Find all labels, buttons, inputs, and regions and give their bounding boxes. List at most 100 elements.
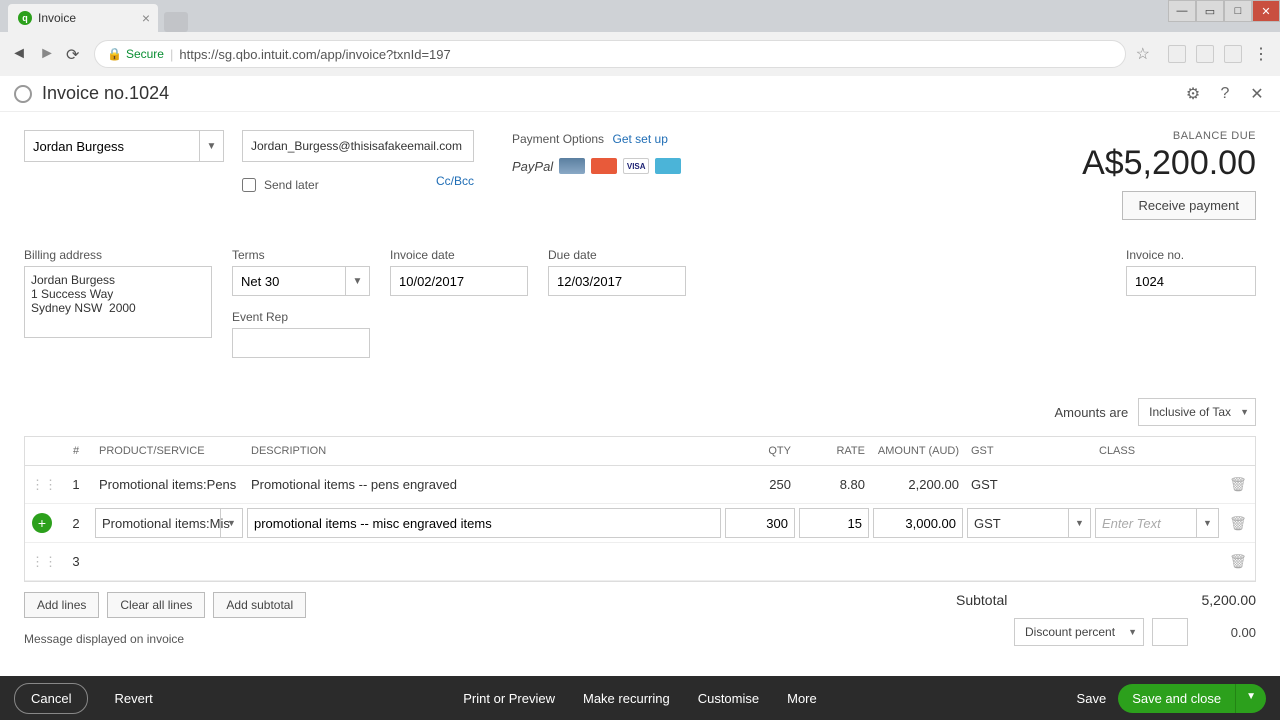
- save-button[interactable]: Save: [1077, 691, 1107, 706]
- col-qty-header: QTY: [723, 437, 797, 465]
- amounts-are-select[interactable]: Inclusive of Tax ▼: [1138, 398, 1256, 426]
- address-bar[interactable]: 🔒 Secure | https://sg.qbo.intuit.com/app…: [94, 40, 1126, 68]
- paypal-icon: PayPal: [512, 159, 553, 174]
- drag-handle-icon[interactable]: ⋮⋮: [25, 546, 59, 578]
- billing-address-input[interactable]: Jordan Burgess 1 Success Way Sydney NSW …: [24, 266, 212, 338]
- tab-close-icon[interactable]: ×: [142, 10, 150, 26]
- more-link[interactable]: More: [787, 691, 817, 706]
- make-recurring-link[interactable]: Make recurring: [583, 691, 670, 706]
- subtotal-label: Subtotal: [956, 592, 1007, 608]
- trash-icon[interactable]: 🗑: [1229, 476, 1247, 492]
- send-later-checkbox[interactable]: Send later: [242, 178, 319, 192]
- invoice-no-label: Invoice no.: [1126, 248, 1256, 262]
- balance-due-label: BALANCE DUE: [1082, 130, 1256, 142]
- back-button[interactable]: ◄: [10, 45, 28, 63]
- invoice-date-label: Invoice date: [390, 248, 528, 262]
- window-restore-button[interactable]: ▭: [1196, 0, 1224, 22]
- amex-icon: [655, 158, 681, 174]
- chevron-down-icon: ▼: [1196, 509, 1218, 537]
- amount-input[interactable]: [873, 508, 963, 538]
- table-row[interactable]: + 2 Promotional items:Mis ▼ GST ▼: [25, 504, 1255, 543]
- chevron-down-icon: ▼: [220, 509, 242, 537]
- forward-button[interactable]: ►: [38, 45, 56, 63]
- terms-label: Terms: [232, 248, 370, 262]
- add-subtotal-button[interactable]: Add subtotal: [213, 592, 306, 618]
- chevron-down-icon: ▼: [1240, 407, 1249, 417]
- receive-payment-button[interactable]: Receive payment: [1122, 191, 1256, 220]
- tab-title: Invoice: [38, 11, 76, 25]
- description-input[interactable]: [247, 508, 721, 538]
- balance-due-amount: A$5,200.00: [1082, 144, 1256, 183]
- payment-options-label: Payment Options: [512, 132, 604, 146]
- reload-button[interactable]: ⟳: [66, 45, 84, 63]
- extension-icon-2[interactable]: [1196, 45, 1214, 63]
- discount-value: 0.00: [1196, 625, 1256, 640]
- gst-select[interactable]: GST ▼: [967, 508, 1091, 538]
- mastercard-icon: [591, 158, 617, 174]
- browser-tab[interactable]: q Invoice ×: [8, 4, 158, 32]
- clear-lines-button[interactable]: Clear all lines: [107, 592, 205, 618]
- lock-icon: 🔒: [107, 47, 122, 61]
- url-text: https://sg.qbo.intuit.com/app/invoice?tx…: [179, 47, 450, 62]
- help-icon[interactable]: ?: [1216, 85, 1234, 103]
- subtotal-value: 5,200.00: [1202, 592, 1257, 608]
- add-row-icon[interactable]: +: [32, 513, 52, 533]
- chevron-down-icon: ▼: [345, 267, 369, 295]
- terms-select[interactable]: Net 30 ▼: [232, 266, 370, 296]
- customer-email-input[interactable]: [242, 130, 474, 162]
- paypal-card-icon: [559, 158, 585, 174]
- customer-name: Jordan Burgess: [33, 139, 124, 154]
- page-title: Invoice no.1024: [42, 83, 169, 104]
- col-num-header: #: [59, 437, 93, 465]
- add-lines-button[interactable]: Add lines: [24, 592, 99, 618]
- qty-input[interactable]: [725, 508, 795, 538]
- visa-icon: VISA: [623, 158, 649, 174]
- due-date-input[interactable]: [548, 266, 686, 296]
- event-rep-label: Event Rep: [232, 310, 370, 324]
- rate-input[interactable]: [799, 508, 869, 538]
- due-date-label: Due date: [548, 248, 686, 262]
- close-panel-icon[interactable]: ✕: [1248, 85, 1266, 103]
- table-row[interactable]: ⋮⋮ 3 🗑: [25, 543, 1255, 581]
- event-rep-input[interactable]: [232, 328, 370, 358]
- window-minimize-button[interactable]: —: [1168, 0, 1196, 22]
- qb-favicon-icon: q: [18, 11, 32, 25]
- discount-type-select[interactable]: Discount percent ▼: [1014, 618, 1144, 646]
- payment-setup-link[interactable]: Get set up: [613, 132, 668, 146]
- col-amount-header: AMOUNT (AUD): [871, 437, 965, 465]
- extension-icon-3[interactable]: [1224, 45, 1242, 63]
- window-close-button[interactable]: ✕: [1252, 0, 1280, 22]
- discount-percent-input[interactable]: [1152, 618, 1188, 646]
- col-gst-header: GST: [965, 437, 1093, 465]
- revert-button[interactable]: Revert: [98, 684, 168, 713]
- extension-icon-1[interactable]: [1168, 45, 1186, 63]
- amounts-are-label: Amounts are: [1054, 405, 1128, 420]
- table-row[interactable]: ⋮⋮ 1 Promotional items:Pens Promotional …: [25, 466, 1255, 504]
- window-maximize-button[interactable]: □: [1224, 0, 1252, 22]
- print-preview-link[interactable]: Print or Preview: [463, 691, 555, 706]
- customer-select[interactable]: Jordan Burgess ▼: [24, 130, 224, 162]
- class-select[interactable]: Enter Text ▼: [1095, 508, 1219, 538]
- save-and-close-button[interactable]: Save and close: [1118, 684, 1235, 713]
- trash-icon[interactable]: 🗑: [1229, 553, 1247, 569]
- invoice-date-input[interactable]: [390, 266, 528, 296]
- ccbcc-link[interactable]: Cc/Bcc: [436, 174, 474, 188]
- new-tab-button[interactable]: [164, 12, 188, 32]
- gear-icon[interactable]: ⚙: [1184, 85, 1202, 103]
- message-label: Message displayed on invoice: [24, 632, 306, 646]
- col-product-header: PRODUCT/SERVICE: [93, 437, 245, 465]
- trash-icon[interactable]: 🗑: [1229, 515, 1247, 531]
- bookmark-icon[interactable]: ☆: [1136, 44, 1150, 64]
- col-description-header: DESCRIPTION: [245, 437, 723, 465]
- menu-icon[interactable]: ⋮: [1252, 45, 1270, 63]
- col-class-header: CLASS: [1093, 437, 1221, 465]
- history-icon[interactable]: [14, 85, 32, 103]
- chevron-down-icon: ▼: [199, 131, 223, 161]
- product-select[interactable]: Promotional items:Mis ▼: [95, 508, 243, 538]
- drag-handle-icon[interactable]: ⋮⋮: [25, 469, 59, 501]
- invoice-no-input[interactable]: [1126, 266, 1256, 296]
- customise-link[interactable]: Customise: [698, 691, 759, 706]
- save-dropdown-button[interactable]: ▼: [1235, 684, 1266, 713]
- billing-address-label: Billing address: [24, 248, 212, 262]
- cancel-button[interactable]: Cancel: [14, 683, 88, 714]
